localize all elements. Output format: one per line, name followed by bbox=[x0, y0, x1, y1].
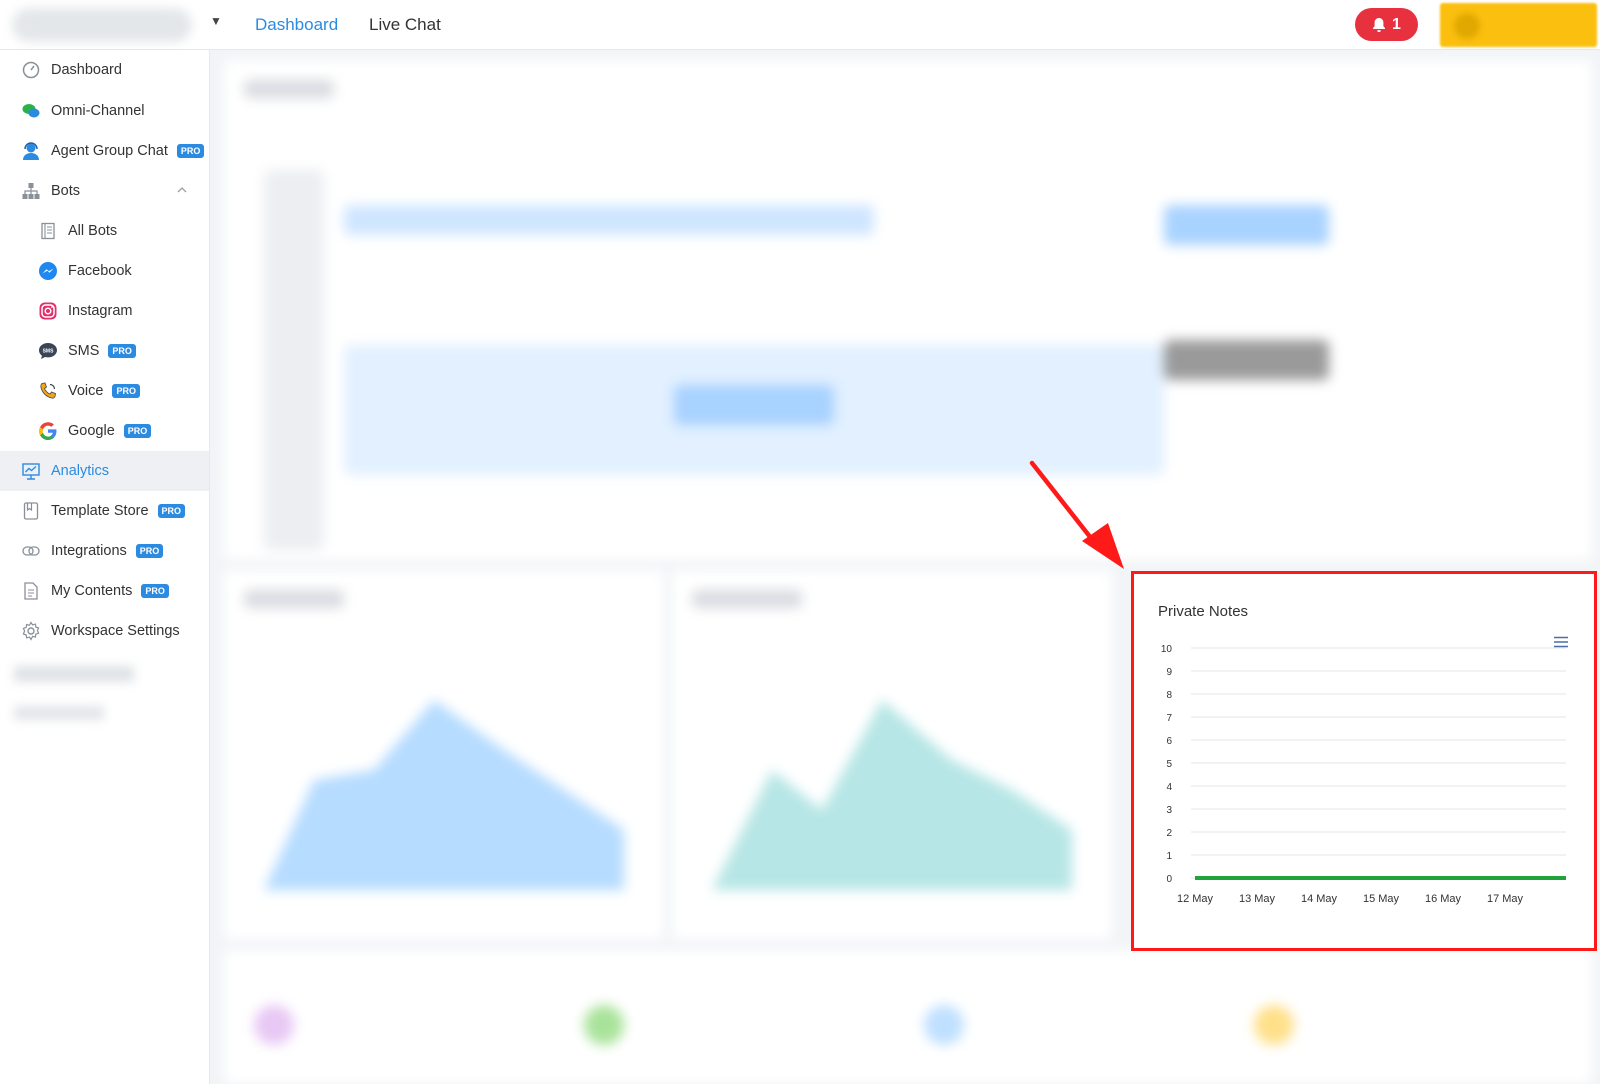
sidebar-item-label: SMS bbox=[68, 343, 100, 359]
sidebar-item-label: Voice bbox=[68, 383, 104, 399]
user-menu-button[interactable] bbox=[1440, 3, 1597, 47]
notification-count: 1 bbox=[1392, 15, 1401, 33]
sidebar-item-voice[interactable]: Voice PRO bbox=[0, 371, 209, 411]
notifications-button[interactable]: 1 bbox=[1355, 8, 1418, 41]
blurred-card bbox=[224, 950, 1592, 1084]
pro-badge: PRO bbox=[141, 584, 169, 598]
sidebar-item-label: Instagram bbox=[68, 303, 133, 319]
sidebar-item-agent-group-chat[interactable]: Agent Group Chat PRO bbox=[0, 131, 209, 171]
pro-badge: PRO bbox=[108, 344, 136, 358]
analytics-icon bbox=[21, 461, 41, 481]
sidebar: Dashboard Omni-Channel Agent Group Chat … bbox=[0, 50, 210, 1084]
bell-icon bbox=[1373, 17, 1386, 32]
sidebar-item-label: Omni-Channel bbox=[51, 103, 145, 119]
tab-live-chat[interactable]: Live Chat bbox=[369, 15, 441, 35]
sidebar-item-instagram[interactable]: Instagram bbox=[0, 291, 209, 331]
sidebar-item-label: Agent Group Chat bbox=[51, 143, 168, 159]
template-icon bbox=[21, 501, 41, 521]
blurred-card bbox=[224, 570, 664, 940]
sidebar-item-bots[interactable]: Bots bbox=[0, 171, 209, 211]
pro-badge: PRO bbox=[176, 144, 205, 158]
sidebar-item-all-bots[interactable]: All Bots bbox=[0, 211, 209, 251]
svg-text:SMS: SMS bbox=[43, 349, 55, 355]
chevron-up-icon[interactable] bbox=[177, 185, 187, 195]
agent-icon bbox=[21, 141, 41, 161]
list-icon bbox=[38, 221, 58, 241]
sidebar-item-workspace-settings[interactable]: Workspace Settings bbox=[0, 611, 209, 651]
sidebar-item-sms[interactable]: SMS SMS PRO bbox=[0, 331, 209, 371]
highlight-box bbox=[1131, 571, 1597, 951]
sidebar-item-label: Dashboard bbox=[51, 62, 122, 78]
messenger-icon bbox=[38, 261, 58, 281]
top-bar: ▼ Dashboard Live Chat 1 bbox=[0, 0, 1600, 50]
pro-badge: PRO bbox=[112, 384, 140, 398]
dashboard-icon bbox=[21, 60, 41, 80]
sidebar-item-label: My Contents bbox=[51, 583, 133, 599]
sidebar-item-label: All Bots bbox=[68, 223, 118, 239]
instagram-icon bbox=[38, 301, 58, 321]
integrations-icon bbox=[21, 541, 41, 561]
sidebar-item-omni-channel[interactable]: Omni-Channel bbox=[0, 91, 209, 131]
sidebar-item-google[interactable]: Google PRO bbox=[0, 411, 209, 451]
sidebar-item-label: Integrations bbox=[51, 543, 127, 559]
pro-badge: PRO bbox=[123, 424, 152, 438]
gear-icon bbox=[21, 621, 41, 641]
blurred-card bbox=[224, 60, 1592, 560]
chat-bubbles-icon bbox=[21, 101, 41, 121]
sidebar-item-my-contents[interactable]: My Contents PRO bbox=[0, 571, 209, 611]
document-icon bbox=[21, 581, 41, 601]
tab-dashboard[interactable]: Dashboard bbox=[255, 15, 338, 35]
annotation-arrow bbox=[1029, 460, 1124, 569]
sms-icon: SMS bbox=[38, 341, 58, 361]
sidebar-item-label: Template Store bbox=[51, 503, 149, 519]
google-icon bbox=[38, 421, 58, 441]
pro-badge: PRO bbox=[135, 544, 164, 558]
sidebar-item-label: Facebook bbox=[68, 263, 132, 279]
sidebar-item-integrations[interactable]: Integrations PRO bbox=[0, 531, 209, 571]
sidebar-item-label: Analytics bbox=[51, 463, 110, 479]
caret-down-icon[interactable]: ▼ bbox=[210, 14, 222, 28]
pro-badge: PRO bbox=[157, 504, 186, 518]
blurred-card bbox=[672, 570, 1112, 940]
sidebar-item-label: Google bbox=[68, 423, 115, 439]
sidebar-item-analytics[interactable]: Analytics bbox=[0, 451, 209, 491]
blurred-content bbox=[14, 706, 104, 720]
sidebar-item-template-store[interactable]: Template Store PRO bbox=[0, 491, 209, 531]
workspace-selector[interactable] bbox=[12, 8, 192, 42]
sidebar-item-label: Workspace Settings bbox=[51, 623, 180, 639]
sitemap-icon bbox=[21, 181, 41, 201]
phone-icon bbox=[38, 381, 58, 401]
sidebar-item-label: Bots bbox=[51, 183, 81, 199]
sidebar-item-dashboard[interactable]: Dashboard bbox=[0, 50, 209, 90]
sidebar-item-facebook[interactable]: Facebook bbox=[0, 251, 209, 291]
blurred-content bbox=[14, 666, 134, 682]
